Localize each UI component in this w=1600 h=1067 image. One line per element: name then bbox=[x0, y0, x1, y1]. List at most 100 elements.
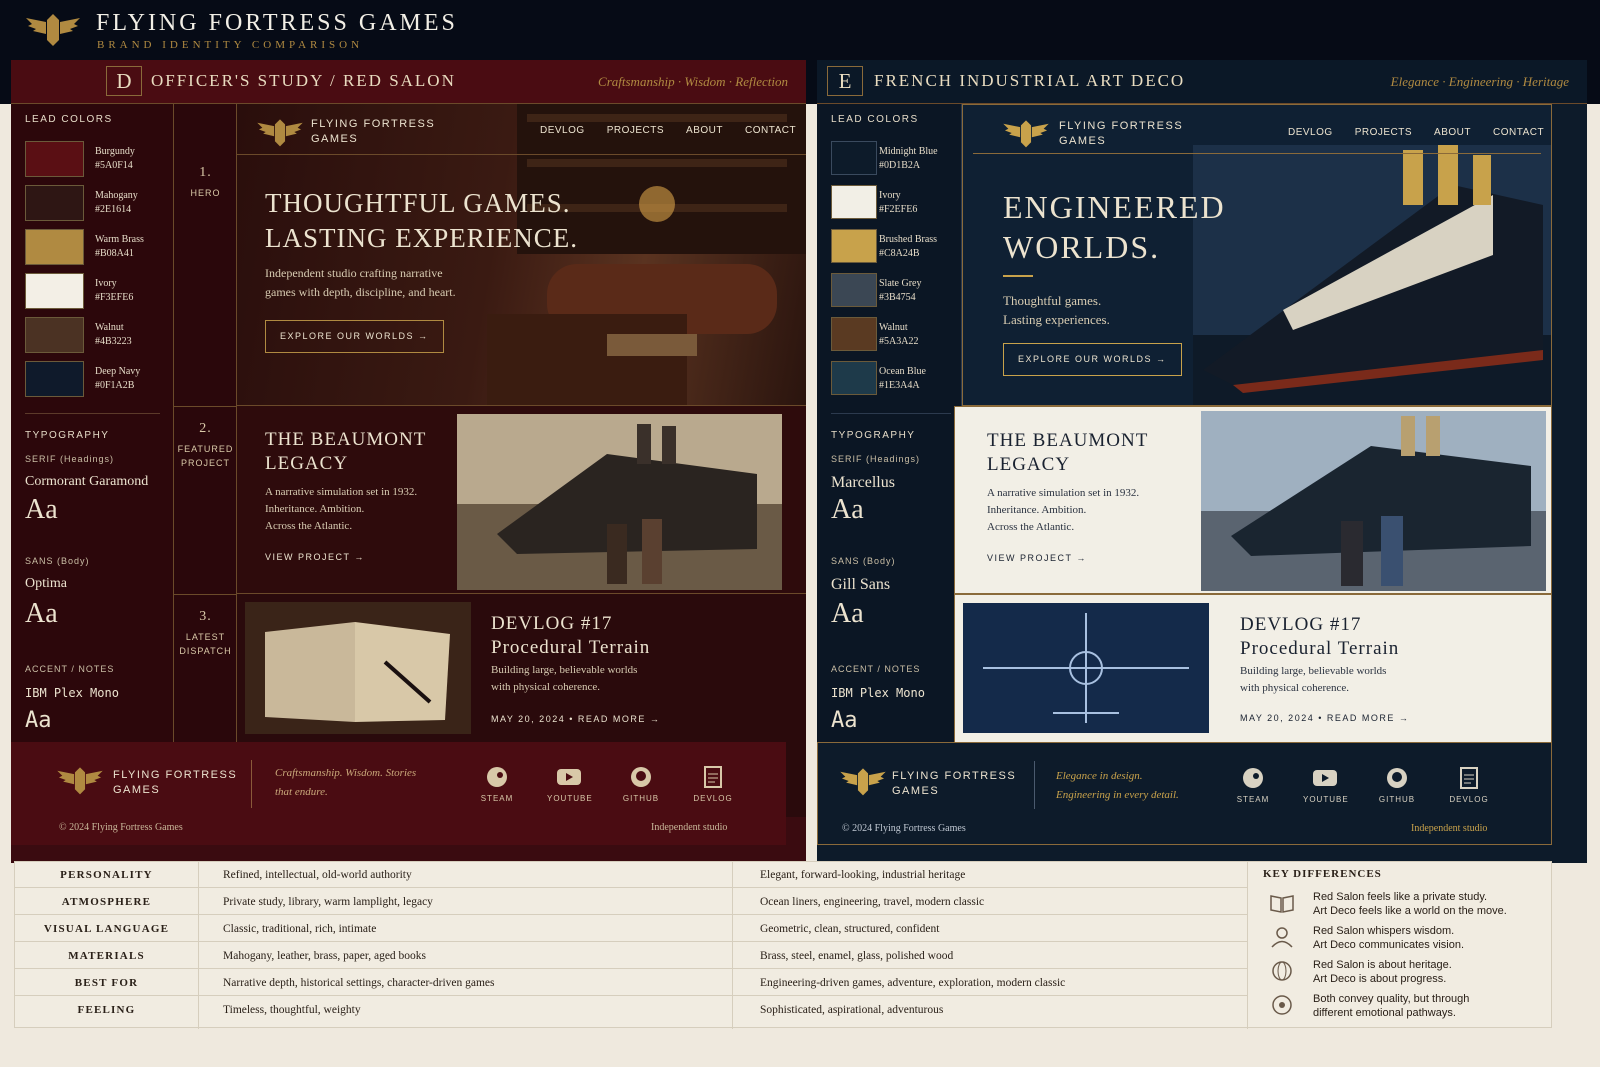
brand-title: FLYING FORTRESS GAMES bbox=[96, 10, 458, 36]
sans-sample: Aa bbox=[831, 598, 864, 629]
view-project-link[interactable]: VIEW PROJECT → bbox=[265, 552, 365, 562]
nav-about[interactable]: ABOUT bbox=[1434, 127, 1471, 138]
devlog-title: DEVLOG #17 Procedural Terrain bbox=[1240, 614, 1400, 659]
person-icon bbox=[1271, 927, 1293, 948]
list-item: Both convey quality, but through differe… bbox=[1263, 992, 1553, 1024]
devlog-meta-read-more[interactable]: MAY 20, 2024 • READ MORE → bbox=[491, 714, 660, 724]
comparison-table: PERSONALITY Refined, intellectual, old-wo… bbox=[14, 861, 1553, 1029]
serif-font-name: Cormorant Garamond bbox=[25, 474, 149, 489]
table-row: MATERIALS Mahogany, leather, brass, paper… bbox=[15, 943, 1247, 969]
youtube-link[interactable]: YOUTUBE bbox=[1303, 767, 1348, 804]
swatch-ivory bbox=[831, 185, 877, 219]
hero-subtitle: Thoughtful games. Lasting experiences. bbox=[1003, 293, 1110, 327]
panel-header: E FRENCH INDUSTRIAL ART DECO Elegance · … bbox=[817, 60, 1587, 104]
swatch-name: Mahogany #2E1614 bbox=[95, 190, 138, 215]
swatch-name: Ivory #F2EFE6 bbox=[879, 190, 918, 215]
project-description: A narrative simulation set in 1932. Inhe… bbox=[987, 487, 1140, 533]
divider bbox=[251, 760, 252, 808]
swatch-deep-navy bbox=[25, 361, 84, 397]
hero-section: FLYING FORTRESS GAMES DEVLOG PROJECTS AB… bbox=[237, 104, 806, 406]
serif-label: SERIF (Headings) bbox=[831, 454, 921, 464]
independent-studio-note: Independent studio bbox=[651, 822, 728, 833]
view-project-link[interactable]: VIEW PROJECT → bbox=[987, 553, 1087, 563]
nav-brand[interactable]: FLYING FORTRESS GAMES bbox=[1059, 119, 1183, 149]
style-sidebar: LEAD COLORS Midnight Blue #0D1B2A Ivory #F… bbox=[817, 104, 962, 817]
panel-title: OFFICER'S STUDY / RED SALON bbox=[151, 71, 456, 90]
explore-worlds-button[interactable]: EXPLORE OUR WORLDS → bbox=[265, 320, 444, 353]
nav-devlog[interactable]: DEVLOG bbox=[540, 125, 585, 136]
swatch-name: Burgundy #5A0F14 bbox=[95, 146, 135, 171]
nav-about[interactable]: ABOUT bbox=[686, 125, 723, 136]
nav-contact[interactable]: CONTACT bbox=[745, 125, 796, 136]
footer-art-deco: FLYING FORTRESS GAMES Elegance in design… bbox=[817, 742, 1552, 845]
main-nav: DEVLOG PROJECTS ABOUT CONTACT bbox=[1288, 127, 1544, 138]
serif-sample: Aa bbox=[25, 494, 58, 525]
footer-red-salon: FLYING FORTRESS GAMES Craftsmanship. Wis… bbox=[11, 742, 786, 845]
nav-projects[interactable]: PROJECTS bbox=[1355, 127, 1412, 138]
globe-icon bbox=[1272, 961, 1292, 981]
github-link[interactable]: GITHUB bbox=[619, 766, 663, 803]
steam-icon bbox=[487, 767, 507, 787]
hero-subtitle: Independent studio crafting narrative ga… bbox=[265, 266, 456, 299]
document-icon bbox=[1460, 767, 1478, 789]
divider bbox=[831, 413, 951, 414]
divider bbox=[174, 594, 237, 595]
panel-letter: D bbox=[106, 66, 142, 96]
nav-brand[interactable]: FLYING FORTRESS GAMES bbox=[311, 117, 435, 147]
github-icon bbox=[631, 767, 651, 787]
swatch-midnight-blue bbox=[831, 141, 877, 175]
panel-tags: Elegance · Engineering · Heritage bbox=[1390, 74, 1569, 89]
winged-emblem-logo bbox=[1003, 120, 1049, 148]
key-differences: KEY DIFFERENCES Red Salon feels like a p… bbox=[1263, 868, 1553, 1019]
swatch-name: Walnut #4B3223 bbox=[95, 322, 132, 347]
accent-label: ACCENT / NOTES bbox=[25, 664, 115, 674]
github-link[interactable]: GITHUB bbox=[1375, 767, 1419, 804]
swatch-name: Slate Grey #3B4754 bbox=[879, 278, 922, 303]
nav-contact[interactable]: CONTACT bbox=[1493, 127, 1544, 138]
swatch-name: Walnut #5A3A22 bbox=[879, 322, 919, 347]
ocean-liner-image bbox=[1193, 145, 1551, 405]
divider bbox=[174, 406, 237, 407]
devlog-description: Building large, believable worlds with p… bbox=[1240, 665, 1387, 694]
explore-worlds-button[interactable]: EXPLORE OUR WORLDS → bbox=[1003, 343, 1182, 376]
section-steps: 1. HERO 2. FEATURED PROJECT 3. LATEST DISPA… bbox=[174, 104, 237, 817]
serif-label: SERIF (Headings) bbox=[25, 454, 115, 464]
ocean-liner-image bbox=[1201, 411, 1546, 591]
divider bbox=[973, 153, 1541, 154]
project-title: THE BEAUMONT LEGACY bbox=[265, 429, 427, 474]
github-icon bbox=[1387, 768, 1407, 788]
devlog-link[interactable]: DEVLOG bbox=[1447, 767, 1491, 804]
independent-studio-note: Independent studio bbox=[1411, 823, 1488, 834]
ocean-liner-image bbox=[457, 414, 782, 590]
list-item: Red Salon feels like a private study. Ar… bbox=[1263, 890, 1553, 922]
typography-label: TYPOGRAPHY bbox=[25, 430, 110, 441]
youtube-link[interactable]: YOUTUBE bbox=[547, 766, 592, 803]
steam-link[interactable]: STEAM bbox=[1231, 767, 1275, 804]
swatch-burgundy bbox=[25, 141, 84, 177]
copyright: © 2024 Flying Fortress Games bbox=[842, 823, 966, 834]
devlog-link[interactable]: DEVLOG bbox=[691, 766, 735, 803]
lead-colors-label: LEAD COLORS bbox=[25, 114, 113, 125]
footer-tagline: Craftsmanship. Wisdom. Stories that endu… bbox=[275, 767, 417, 798]
footer-tagline: Elegance in design. Engineering in every… bbox=[1056, 770, 1179, 801]
typography-label: TYPOGRAPHY bbox=[831, 430, 916, 441]
winged-emblem-logo bbox=[840, 768, 886, 796]
swatch-slate-grey bbox=[831, 273, 877, 307]
step-featured-project: 2. FEATURED PROJECT bbox=[177, 421, 234, 469]
main-nav: DEVLOG PROJECTS ABOUT CONTACT bbox=[540, 125, 796, 136]
table-row: PERSONALITY Refined, intellectual, old-wo… bbox=[15, 862, 1247, 888]
hero-title: THOUGHTFUL GAMES. LASTING EXPERIENCE. bbox=[265, 188, 578, 253]
panel-letter: E bbox=[827, 66, 863, 96]
steam-link[interactable]: STEAM bbox=[475, 766, 519, 803]
lead-colors-label: LEAD COLORS bbox=[831, 114, 919, 125]
youtube-icon bbox=[557, 769, 581, 785]
divider bbox=[237, 154, 806, 155]
table-row: VISUAL LANGUAGE Classic, traditional, ric… bbox=[15, 916, 1247, 942]
swatch-name: Midnight Blue #0D1B2A bbox=[879, 146, 938, 171]
nav-projects[interactable]: PROJECTS bbox=[607, 125, 664, 136]
devlog-meta-read-more[interactable]: MAY 20, 2024 • READ MORE → bbox=[1240, 713, 1409, 723]
swatch-walnut bbox=[831, 317, 877, 351]
nav-devlog[interactable]: DEVLOG bbox=[1288, 127, 1333, 138]
swatch-ivory bbox=[25, 273, 84, 309]
sans-font-name: Optima bbox=[25, 576, 67, 591]
